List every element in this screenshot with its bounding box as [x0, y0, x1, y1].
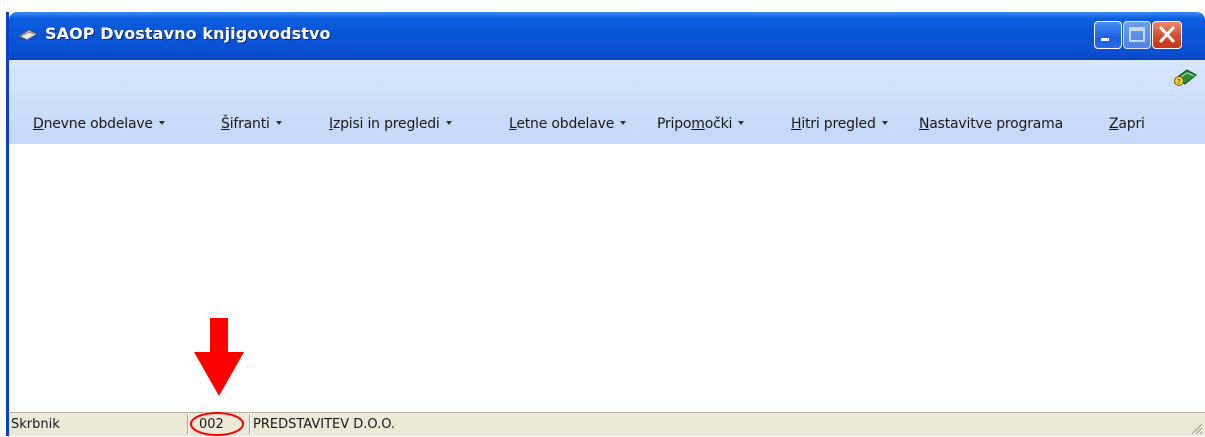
minimize-icon [1101, 38, 1109, 41]
help-book-icon[interactable]: ? [1173, 66, 1199, 88]
chevron-down-icon [445, 121, 452, 125]
svg-text:?: ? [1177, 78, 1181, 86]
title-bar[interactable]: SAOP Dvostavno knjigovodstvo [9, 12, 1205, 60]
chevron-down-icon [881, 121, 888, 125]
window-title: SAOP Dvostavno knjigovodstvo [45, 24, 331, 43]
menu-mnemonic: m [691, 116, 705, 132]
maximize-button[interactable] [1123, 21, 1151, 49]
menu-nastavitve-programa[interactable]: Nastavitve programa [919, 116, 1063, 132]
status-bar: Skrbnik 002 PREDSTAVITEV D.O.O. [9, 412, 1205, 436]
menu-label: Pripo [657, 116, 692, 132]
workspace-area [9, 144, 1205, 412]
menu-label: zpisi in pregledi [332, 116, 440, 132]
down-arrow-annotation [194, 318, 244, 396]
menu-zapri[interactable]: Zapri [1109, 116, 1145, 132]
menu-sifranti[interactable]: Šifranti [221, 116, 282, 132]
menu-pripomocki[interactable]: Pripomočki [657, 116, 745, 132]
resize-grip-icon[interactable] [1189, 421, 1203, 435]
menu-label: itri pregled [801, 116, 876, 132]
menu-mnemonic: Š [221, 116, 230, 132]
chevron-down-icon [275, 121, 282, 125]
status-user: Skrbnik [11, 417, 60, 432]
chevron-down-icon [738, 121, 745, 125]
chevron-down-icon [158, 121, 165, 125]
status-company-name: PREDSTAVITEV D.O.O. [253, 417, 396, 432]
menu-mnemonic: N [919, 116, 930, 132]
close-button[interactable] [1152, 21, 1182, 49]
menu-label: nevne obdelave [43, 116, 153, 132]
menu-mnemonic: Z [1109, 116, 1119, 132]
menu-label: astavitve programa [929, 116, 1063, 132]
menu-label: očki [704, 116, 733, 132]
menu-letne-obdelave[interactable]: Letne obdelave [509, 116, 627, 132]
menu-label: ifranti [229, 116, 270, 132]
menu-hitri-pregled[interactable]: Hitri pregled [791, 116, 888, 132]
menu-mnemonic: H [791, 116, 802, 132]
status-separator [249, 415, 251, 434]
menu-label: etne obdelave [516, 116, 615, 132]
menu-mnemonic: D [33, 116, 44, 132]
chevron-down-icon [620, 121, 627, 125]
menu-bar: ? Dnevne obdelave Šifranti Izpisi in pre… [9, 60, 1205, 144]
highlight-circle-annotation [190, 412, 244, 436]
menu-label: apri [1118, 116, 1145, 132]
menu-dnevne-obdelave[interactable]: Dnevne obdelave [33, 116, 165, 132]
maximize-icon [1129, 27, 1145, 42]
minimize-button[interactable] [1094, 21, 1122, 49]
menu-izpisi-in-pregledi[interactable]: Izpisi in pregledi [329, 116, 452, 132]
app-icon [17, 29, 39, 41]
close-icon [1159, 26, 1175, 43]
app-window: SAOP Dvostavno knjigovodstvo ? Dnevne ob… [6, 12, 1205, 436]
